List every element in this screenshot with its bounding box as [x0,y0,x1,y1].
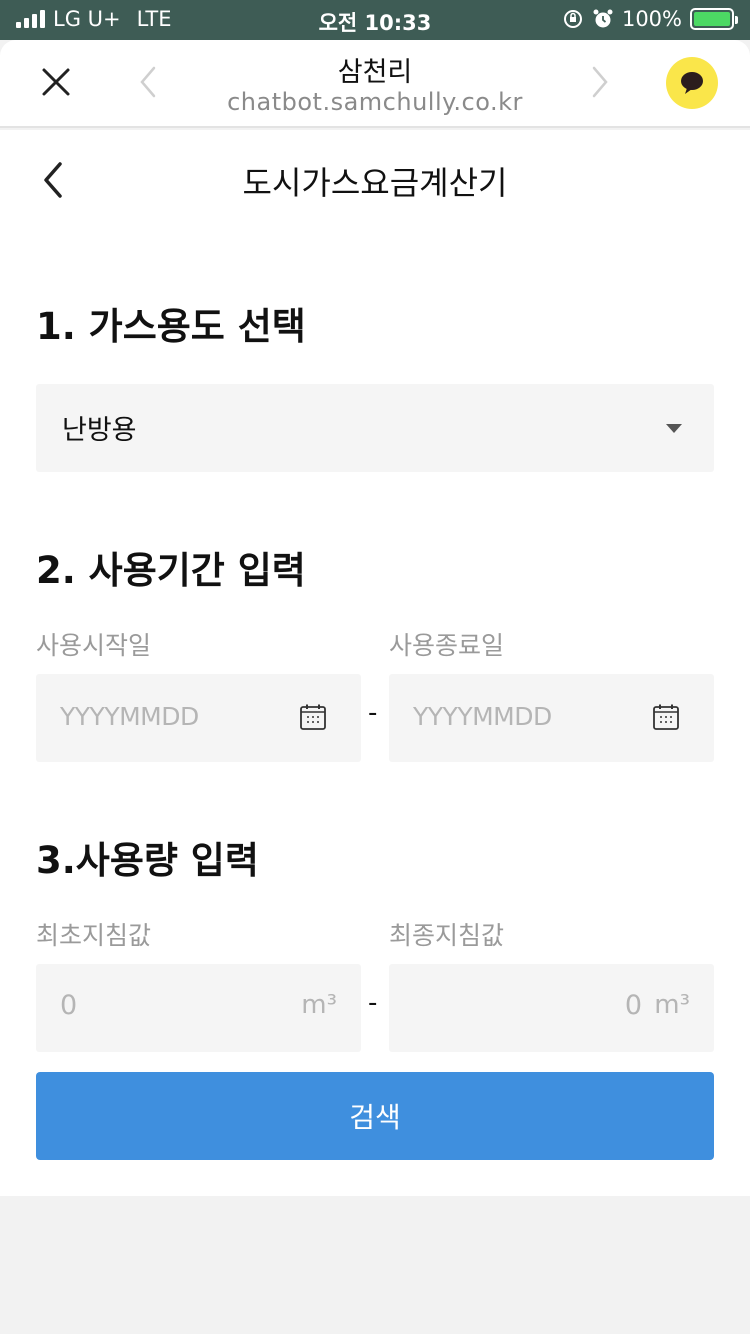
rotation-lock-icon [563,10,582,28]
end-date-label: 사용종료일 [389,631,505,660]
battery-percent: 100% [621,7,682,31]
first-reading-unit: m³ [301,990,337,1020]
main-content: 도시가스요금계산기 1. 가스용도 선택 난방용 2. 사용기간 입력 사용시작… [0,130,750,1196]
end-date-placeholder: YYYYMMDD [413,702,552,731]
speech-bubble-icon [681,72,703,94]
first-reading-input[interactable]: 0 m³ [36,964,361,1052]
status-bar: LG U+ LTE 오전 10:33 100% [0,0,750,40]
search-button[interactable]: 검색 [36,1072,714,1160]
page-title: 도시가스요금계산기 [242,164,508,202]
start-date-input[interactable]: YYYYMMDD [36,674,361,762]
section-usage-title: 3.사용량 입력 [36,839,259,882]
alarm-icon [593,9,613,28]
calendar-icon[interactable] [652,703,680,731]
battery-icon [690,8,738,30]
gas-usage-selected-value: 난방용 [62,415,137,446]
section-period-title: 2. 사용기간 입력 [36,549,306,592]
caret-down-icon [666,424,682,433]
gas-usage-select[interactable]: 난방용 [36,384,714,472]
first-reading-label: 최초지침값 [36,921,152,950]
date-separator: - [368,698,378,728]
reading-separator: - [368,988,378,1018]
browser-header: 삼천리 chatbot.samchully.co.kr [0,40,750,128]
start-date-placeholder: YYYYMMDD [60,702,199,731]
browser-forward-icon[interactable] [584,64,614,100]
first-reading-value: 0 [60,990,78,1021]
browser-url: chatbot.samchully.co.kr [227,88,523,116]
final-reading-input[interactable]: 0 m³ [389,964,714,1052]
final-reading-label: 최종지침값 [389,921,505,950]
end-date-input[interactable]: YYYYMMDD [389,674,714,762]
browser-title: 삼천리 [337,57,413,88]
start-date-label: 사용시작일 [36,631,152,660]
final-reading-value: 0 [624,990,642,1021]
final-reading-unit: m³ [654,990,690,1020]
section-gas-usage-title: 1. 가스용도 선택 [36,305,306,348]
calendar-icon[interactable] [299,703,327,731]
kakao-chat-button[interactable] [666,57,718,109]
